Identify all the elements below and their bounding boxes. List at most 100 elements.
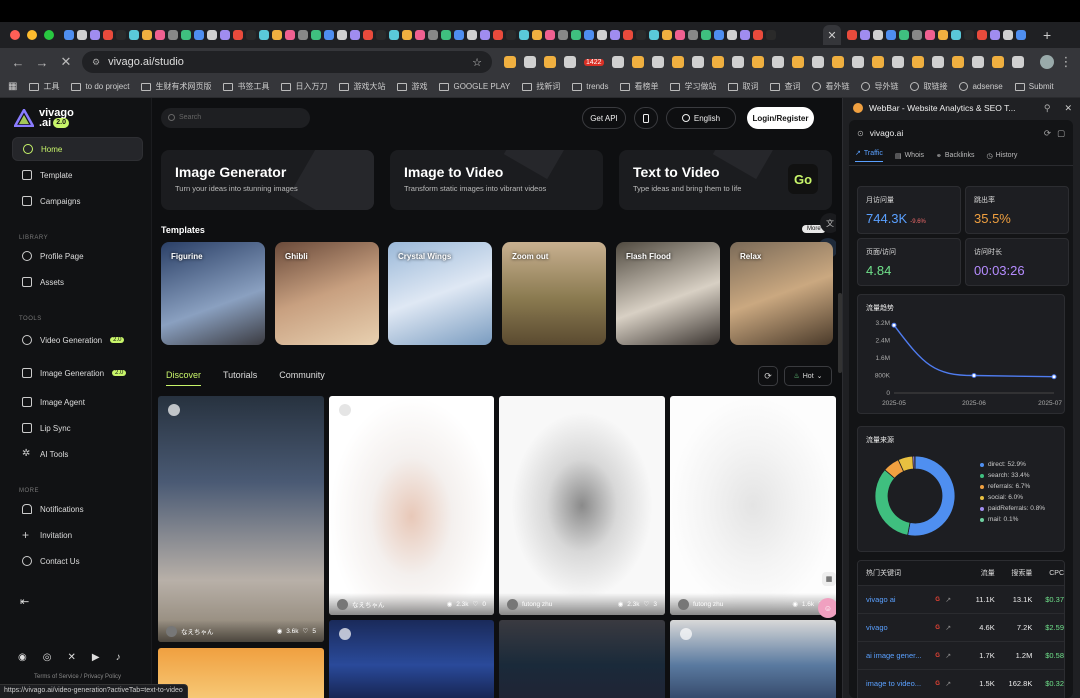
bookmark-item[interactable]: 取词 [728, 81, 758, 92]
search-input[interactable]: Search [161, 108, 310, 128]
tab-favicon[interactable] [964, 30, 974, 40]
bookmark-item[interactable]: 取链接 [910, 81, 947, 92]
extension-icon[interactable] [771, 56, 784, 68]
extension-icon[interactable] [931, 56, 944, 68]
extension-icon[interactable] [671, 56, 684, 68]
bookmark-item[interactable]: 书签工具 [223, 81, 269, 92]
tab-favicon[interactable] [662, 30, 672, 40]
extension-icon[interactable] [651, 56, 664, 68]
tab-favicon[interactable] [701, 30, 711, 40]
tab-favicon[interactable] [233, 30, 243, 40]
feed-card-1[interactable]: なえちゃん ◉ 3.6k ♡ 5 [158, 396, 324, 642]
tab-favicon[interactable] [899, 30, 909, 40]
tab-favicon[interactable] [649, 30, 659, 40]
hero-image-generator[interactable]: Image Generator Turn your ideas into stu… [161, 150, 374, 210]
terms-link[interactable]: Terms of Service [34, 674, 79, 680]
bookmark-item[interactable]: 工具 [29, 81, 59, 92]
heart-icon[interactable]: ♡ [303, 627, 309, 635]
tab-favicon[interactable] [467, 30, 477, 40]
tab-favicon[interactable] [90, 30, 100, 40]
tab-favicon[interactable] [753, 30, 763, 40]
bookmark-item[interactable]: 找新词 [522, 81, 560, 92]
tab-favicon[interactable] [64, 30, 74, 40]
tab-favicon[interactable] [389, 30, 399, 40]
extension-icon[interactable] [751, 56, 764, 68]
bookmark-item[interactable]: GOOGLE PLAY [439, 82, 510, 91]
tab-favicon[interactable] [155, 30, 165, 40]
tab-community[interactable]: Community [279, 370, 325, 386]
site-info-icon[interactable]: ⚙ [92, 57, 100, 68]
extension-icon[interactable] [831, 56, 844, 68]
profile-avatar[interactable] [1040, 55, 1054, 69]
extension-icon[interactable] [564, 56, 576, 68]
extension-badge[interactable]: 1422 [584, 58, 604, 66]
extension-icon[interactable] [504, 56, 516, 68]
tab-favicon[interactable] [194, 30, 204, 40]
bookmark-item[interactable]: 游戏大站 [339, 81, 385, 92]
tab-favicon[interactable] [103, 30, 113, 40]
tab-favicon[interactable] [454, 30, 464, 40]
extension-icon[interactable] [544, 56, 556, 68]
pinned-tabs[interactable] [64, 30, 819, 40]
feed-card-3[interactable]: futong zhu ◉ 2.3k ♡ 3 [499, 396, 665, 615]
maximize-window-button[interactable] [44, 30, 54, 40]
extension-icon[interactable] [891, 56, 904, 68]
keyword-name[interactable]: vivago ai [866, 595, 935, 604]
tab-favicon[interactable] [129, 30, 139, 40]
tab-favicon[interactable] [886, 30, 896, 40]
extension-icon[interactable] [911, 56, 924, 68]
tab-favicon[interactable] [207, 30, 217, 40]
x-twitter-icon[interactable]: ✕ [67, 652, 75, 663]
keyword-row[interactable]: vivago ai G ↗ 11.1K 13.1K $0.37 [858, 585, 1064, 613]
trend-point[interactable] [1051, 374, 1057, 380]
tab-favicon[interactable] [519, 30, 529, 40]
bookmark-item[interactable]: 日入万刀 [281, 81, 327, 92]
refresh-icon[interactable]: ⟳ [1044, 128, 1051, 139]
tab-favicon[interactable] [168, 30, 178, 40]
tab-favicon[interactable] [376, 30, 386, 40]
extension-icon[interactable] [991, 56, 1004, 68]
back-icon[interactable]: ← [6, 55, 30, 70]
sidebar-item-profile-page[interactable]: Profile Page [12, 244, 143, 268]
tab-favicon[interactable] [285, 30, 295, 40]
tab-favicon[interactable] [311, 30, 321, 40]
tab-favicon[interactable] [623, 30, 633, 40]
refresh-feed-button[interactable]: ⟳ [758, 366, 778, 386]
template-card-crystal-wings[interactable]: Crystal Wings [388, 242, 492, 345]
extension-icon[interactable] [524, 56, 536, 68]
sidebar-item-contact-us[interactable]: Contact Us [12, 549, 143, 573]
tab-favicon[interactable] [116, 30, 126, 40]
tab-favicon[interactable] [415, 30, 425, 40]
tab-favicon[interactable] [714, 30, 724, 40]
browser-menu-icon[interactable]: ⋮ [1054, 54, 1078, 70]
forward-icon[interactable]: → [30, 55, 54, 70]
sidebar-item-campaigns[interactable]: Campaigns [12, 189, 143, 213]
sidebar-item-template[interactable]: Template [12, 163, 143, 187]
tab-favicon[interactable] [584, 30, 594, 40]
template-card-ghibli[interactable]: Ghibli [275, 242, 379, 345]
keyword-name[interactable]: image to video... [866, 679, 935, 688]
tab-favicon[interactable] [740, 30, 750, 40]
tab-favicon[interactable] [402, 30, 412, 40]
address-bar[interactable]: ⚙ vivago.ai/studio ☆ [82, 51, 492, 73]
tab-tutorials[interactable]: Tutorials [223, 370, 257, 386]
extension-icon[interactable] [631, 56, 644, 68]
tab-favicon[interactable] [272, 30, 282, 40]
keyword-name[interactable]: vivago [866, 623, 935, 632]
copy-icon[interactable]: ▢ [1057, 128, 1065, 139]
tab-favicon[interactable] [428, 30, 438, 40]
extension-icon[interactable] [811, 56, 824, 68]
sidebar-item-video-generation[interactable]: Video Generation 2.0 [12, 328, 143, 352]
go-button[interactable]: Go [788, 164, 818, 194]
discord-icon[interactable]: ◉ [18, 652, 27, 663]
tab-favicon[interactable] [324, 30, 334, 40]
sidebar-item-image-generation[interactable]: Image Generation 2.0 [12, 361, 143, 385]
bookmark-item[interactable]: 学习做站 [670, 81, 716, 92]
template-card-flash-flood[interactable]: Flash Flood [616, 242, 720, 345]
tab-favicon[interactable] [727, 30, 737, 40]
heart-icon[interactable]: ♡ [644, 600, 650, 608]
extension-icon[interactable] [1011, 56, 1024, 68]
new-tab-button[interactable]: + [1043, 27, 1051, 43]
tab-favicon[interactable] [636, 30, 646, 40]
tab-favicon[interactable] [181, 30, 191, 40]
